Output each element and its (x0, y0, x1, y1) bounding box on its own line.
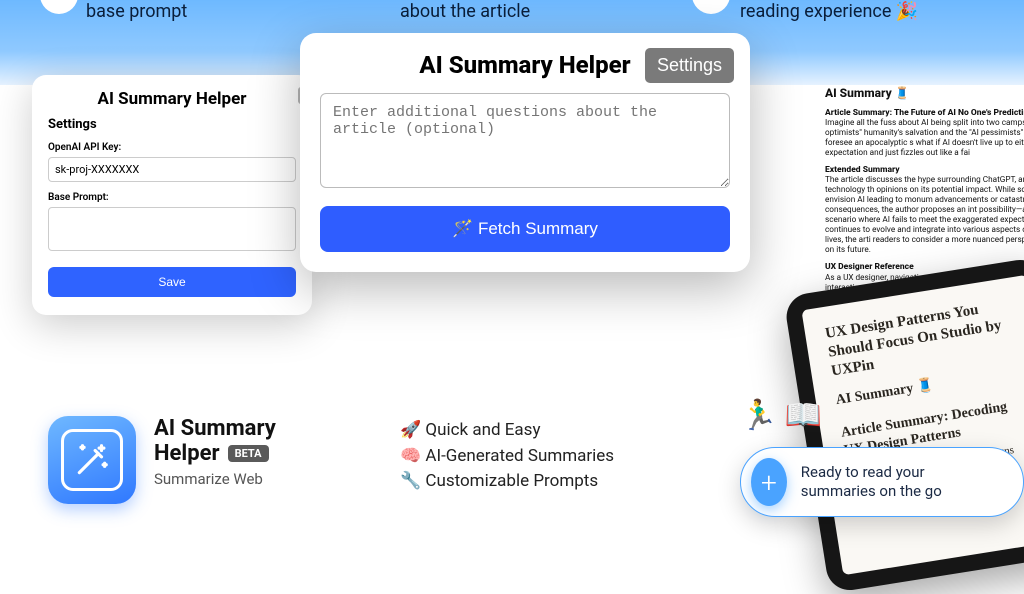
fetch-summary-button[interactable]: 🪄 Fetch Summary (320, 206, 730, 252)
summary-section-body: The article discusses the hype surroundi… (825, 175, 1024, 255)
feature-item: 🧠 AI-Generated Summaries (400, 444, 614, 470)
summary-section-heading: Extended Summary (825, 165, 1024, 175)
save-button[interactable]: Save (48, 267, 296, 297)
step-3-text: reading experience 🎉 (740, 0, 918, 23)
feature-list: 🚀 Quick and Easy 🧠 AI-Generated Summarie… (400, 418, 614, 495)
questions-input[interactable] (320, 93, 730, 188)
summary-title: AI Summary 🧵 (825, 86, 1024, 101)
feature-item: 🔧 Customizable Prompts (400, 469, 614, 495)
plus-icon[interactable]: + (751, 458, 787, 506)
api-key-input[interactable] (48, 157, 296, 182)
base-prompt-input[interactable] (48, 207, 296, 251)
settings-button[interactable]: Settings (645, 48, 734, 83)
wand-icon (61, 429, 123, 491)
app-tagline: Summarize Web (154, 470, 276, 488)
tablet-screen: UX Design Patterns You Should Focus On S… (801, 275, 1024, 575)
app-info: AI Summary Helper BETA Summarize Web (48, 416, 276, 504)
base-prompt-label: Base Prompt: (48, 192, 296, 203)
app-name-line2: Helper (154, 441, 220, 466)
summary-section-heading: Article Summary: The Future of AI No One… (825, 108, 1024, 118)
main-panel: AI Summary Helper Settings 🪄 Fetch Summa… (300, 33, 750, 272)
app-icon (48, 416, 136, 504)
panel-title: AI Summary Helper (48, 89, 296, 109)
api-key-label: OpenAI API Key: (48, 142, 296, 153)
runner-book-icon: 🏃‍♂️ 📖 (740, 398, 822, 433)
callout-text: Ready to read your summaries on the go (801, 463, 1001, 501)
summary-section-body: Imagine all the fuss about AI being spli… (825, 118, 1024, 158)
callout-pill[interactable]: + Ready to read your summaries on the go (740, 447, 1024, 517)
settings-panel: Settings AI Summary Helper Settings Open… (32, 75, 312, 315)
step-1-text: base prompt (86, 0, 187, 23)
app-name-line1: AI Summary (154, 416, 276, 441)
main-title: AI Summary Helper (419, 51, 630, 79)
step-2-text: about the article (400, 0, 530, 23)
settings-heading: Settings (48, 117, 296, 132)
beta-badge: BETA (228, 445, 269, 462)
feature-item: 🚀 Quick and Easy (400, 418, 614, 444)
